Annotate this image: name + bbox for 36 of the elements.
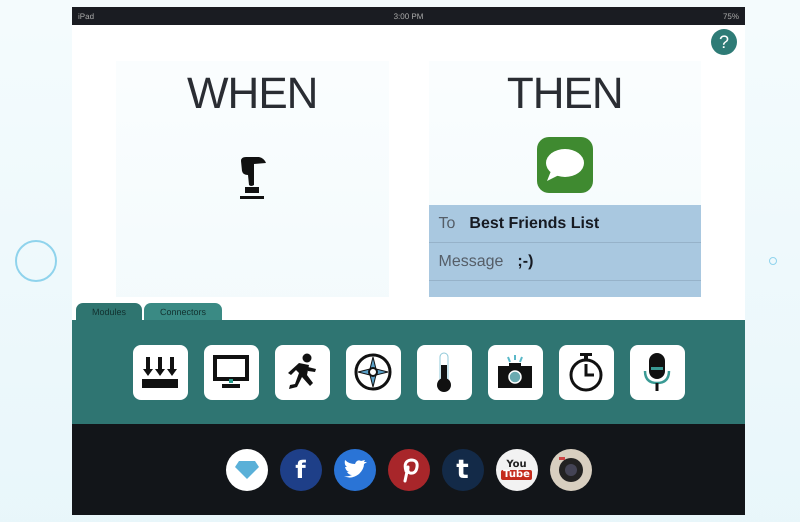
compass-icon <box>353 352 393 392</box>
facebook-button[interactable]: f <box>280 448 322 490</box>
field-value[interactable]: Best Friends List <box>469 214 600 232</box>
module-tile[interactable] <box>558 344 614 400</box>
bird-icon <box>342 460 366 480</box>
battery-level: 75% <box>722 12 739 20</box>
when-title: WHEN <box>187 69 318 119</box>
microphone-icon <box>642 351 672 393</box>
module-tile[interactable] <box>630 344 684 400</box>
field-value[interactable]: ;-) <box>517 252 534 270</box>
device-name: iPad <box>78 12 94 20</box>
camera-dot <box>768 257 776 265</box>
stopwatch-icon <box>568 352 604 392</box>
module-tile[interactable] <box>416 344 472 400</box>
module-tile[interactable] <box>488 344 542 400</box>
youtube-button[interactable]: You Tube <box>496 448 538 490</box>
module-tile[interactable] <box>274 344 330 400</box>
pin-button[interactable] <box>388 448 430 490</box>
bird-button[interactable] <box>334 448 376 490</box>
field-label: To <box>438 214 456 232</box>
diamond-icon <box>234 460 260 480</box>
diamond-button[interactable] <box>226 448 268 490</box>
then-title: THEN <box>506 69 623 119</box>
monitor-icon <box>213 355 249 389</box>
module-tile[interactable] <box>132 344 188 400</box>
camera-app-button[interactable] <box>550 448 592 490</box>
clock: 3:00 PM <box>394 12 424 20</box>
thermometer-icon <box>434 351 454 393</box>
module-tile[interactable] <box>204 344 258 400</box>
tumblr-button[interactable]: t <box>442 448 484 490</box>
help-button[interactable]: ? <box>711 29 737 55</box>
arrows-down-icon <box>141 355 179 389</box>
field-label: Message <box>438 252 504 270</box>
message-bubble-icon <box>536 137 593 193</box>
camera-icon <box>495 354 535 390</box>
module-tile[interactable] <box>346 344 400 400</box>
